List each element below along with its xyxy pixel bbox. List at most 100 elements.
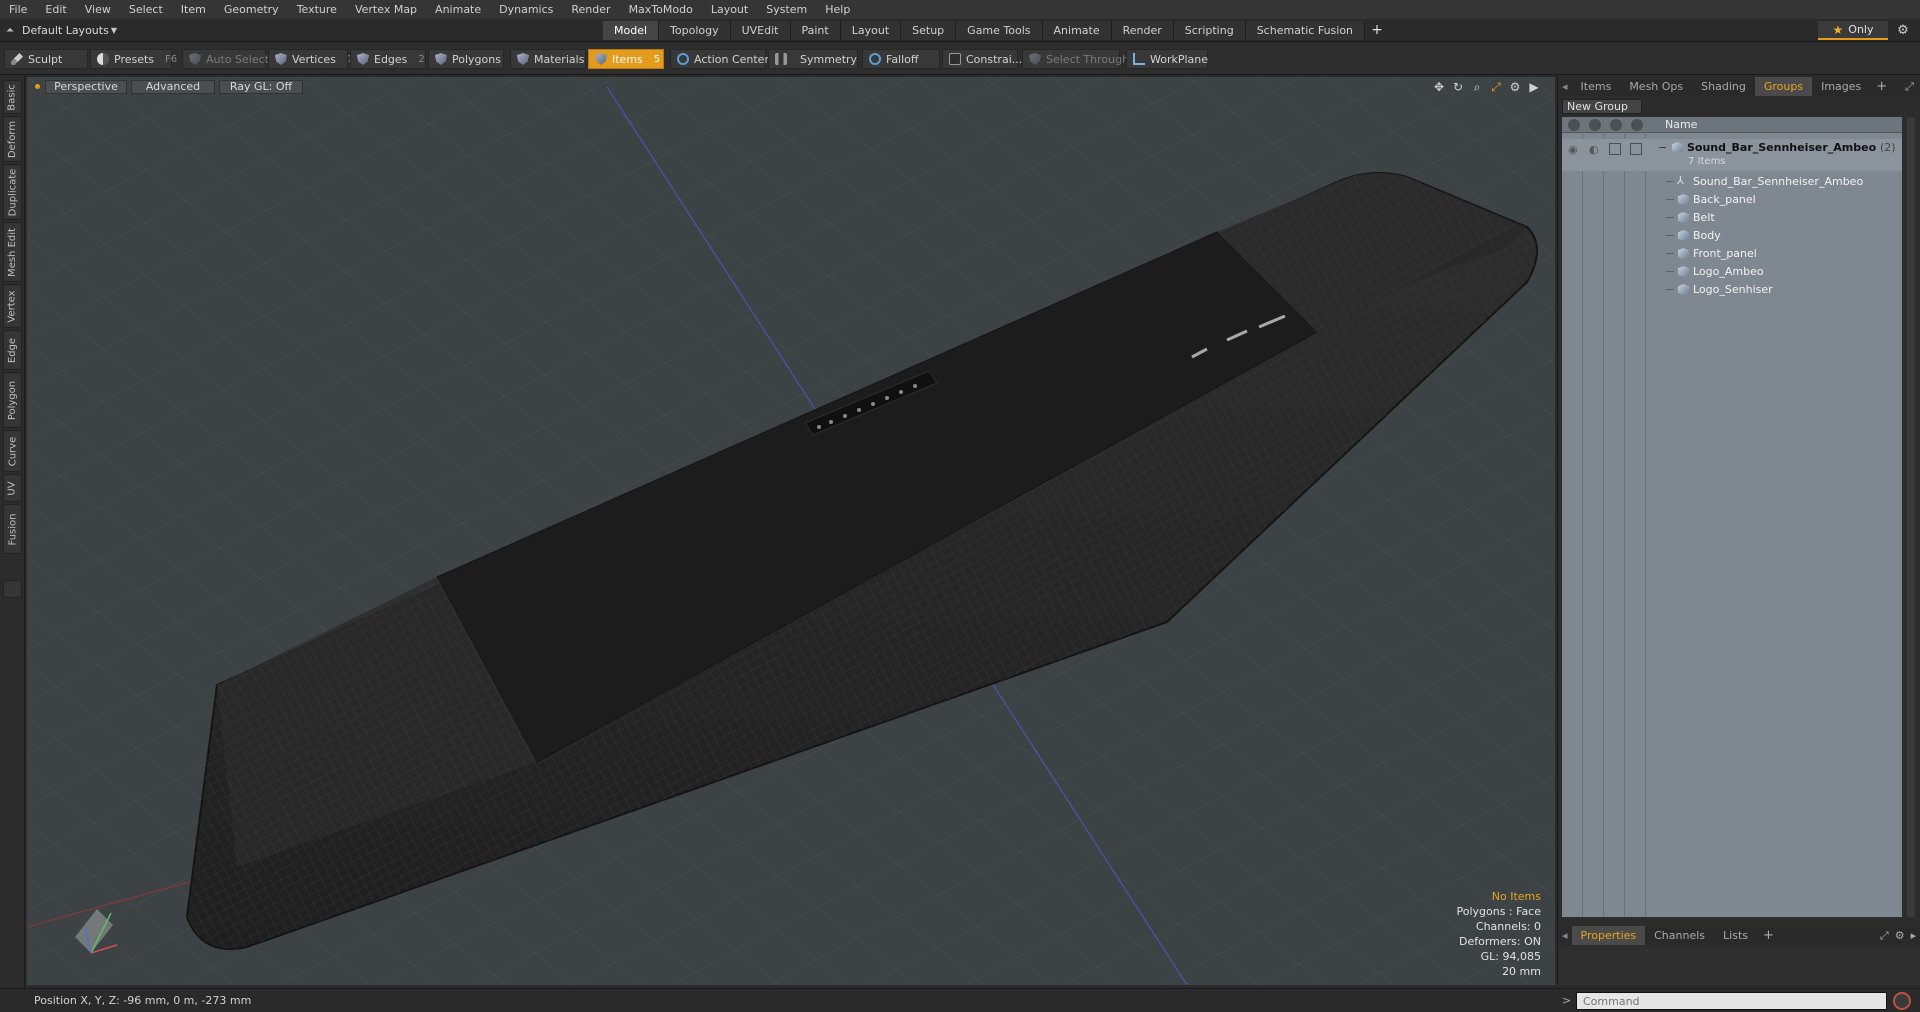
layout-selector[interactable]: ⏶ Default Layouts ▼ bbox=[6, 22, 117, 39]
action-center-button[interactable]: Action Center bbox=[670, 49, 769, 69]
list-item[interactable]: ⅄ Sound_Bar_Sennheiser_Ambeo bbox=[1562, 173, 1902, 191]
eye-icon[interactable]: ◉ bbox=[1568, 143, 1578, 156]
raygl-button[interactable]: Ray GL: Off bbox=[219, 80, 303, 94]
menu-vertex-map[interactable]: Vertex Map bbox=[346, 0, 426, 19]
tab-paint[interactable]: Paint bbox=[790, 21, 841, 40]
maximize-icon[interactable]: ⤢ bbox=[1489, 80, 1503, 94]
properties-menu-icon[interactable]: ▸ bbox=[1911, 929, 1917, 942]
tab-setup[interactable]: Setup bbox=[901, 21, 957, 40]
menu-maxtomodo[interactable]: MaxToModo bbox=[620, 0, 702, 19]
tab-scripting[interactable]: Scripting bbox=[1173, 21, 1246, 40]
menu-geometry[interactable]: Geometry bbox=[215, 0, 288, 19]
tab-mesh-ops[interactable]: Mesh Ops bbox=[1620, 77, 1692, 96]
tab-shading[interactable]: Shading bbox=[1692, 77, 1755, 96]
list-item[interactable]: Body bbox=[1562, 227, 1902, 245]
panel-collapse-icon[interactable]: ◂ bbox=[1558, 80, 1572, 93]
properties-expand-icon[interactable]: ⤢ bbox=[1880, 929, 1889, 943]
add-panel-tab-icon[interactable]: + bbox=[1870, 79, 1893, 94]
workplane-button[interactable]: WorkPlane bbox=[1126, 49, 1208, 69]
items-button[interactable]: Items 5 bbox=[588, 49, 664, 69]
menu-view[interactable]: View bbox=[76, 0, 120, 19]
polygons-button[interactable]: Polygons bbox=[428, 49, 504, 69]
shading-mode-button[interactable]: Advanced bbox=[131, 80, 215, 94]
vertices-button[interactable]: Vertices 1 bbox=[268, 49, 353, 69]
menu-texture[interactable]: Texture bbox=[288, 0, 346, 19]
materials-button[interactable]: Materials bbox=[510, 49, 586, 69]
visibility-column-icon[interactable] bbox=[1568, 119, 1580, 131]
gear-icon[interactable]: ⚙ bbox=[1893, 21, 1913, 40]
properties-collapse-icon[interactable]: ◂ bbox=[1558, 929, 1572, 942]
3d-viewport[interactable]: Perspective Advanced Ray GL: Off ✥ ↻ ⌕ ⤢… bbox=[27, 77, 1555, 985]
tab-items[interactable]: Items bbox=[1572, 77, 1621, 96]
falloff-button[interactable]: Falloff bbox=[862, 49, 940, 69]
symmetry-button[interactable]: Symmetry bbox=[768, 49, 858, 69]
expand-panel-icon[interactable]: ⤢ bbox=[1905, 80, 1914, 94]
tab-render[interactable]: Render bbox=[1111, 21, 1174, 40]
tab-animate[interactable]: Animate bbox=[1042, 21, 1112, 40]
render-column-icon[interactable] bbox=[1589, 119, 1601, 131]
presets-button[interactable]: Presets F6 bbox=[90, 49, 177, 69]
tab-game-tools[interactable]: Game Tools bbox=[956, 21, 1043, 40]
properties-gear-icon[interactable]: ⚙ bbox=[1895, 929, 1905, 942]
rotate-icon[interactable]: ↻ bbox=[1451, 80, 1465, 94]
command-record-icon[interactable] bbox=[1893, 992, 1911, 1010]
menu-help[interactable]: Help bbox=[816, 0, 859, 19]
lock-column-icon[interactable] bbox=[1610, 119, 1622, 131]
menu-render[interactable]: Render bbox=[562, 0, 619, 19]
render-toggle-icon[interactable]: ◐ bbox=[1589, 143, 1599, 156]
tab-layout[interactable]: Layout bbox=[840, 21, 902, 40]
vtab-deform[interactable]: Deform bbox=[3, 116, 22, 162]
list-item[interactable]: Belt bbox=[1562, 209, 1902, 227]
vtab-duplicate[interactable]: Duplicate bbox=[3, 164, 22, 220]
group-row-sound-bar[interactable]: ◉ ◐ − Sound_Bar_Sennheiser_Ambeo (2) 7 I… bbox=[1562, 139, 1902, 171]
menu-animate[interactable]: Animate bbox=[426, 0, 490, 19]
groups-scrollbar[interactable] bbox=[1907, 117, 1915, 917]
viewport-gear-icon[interactable]: ⚙ bbox=[1508, 80, 1522, 94]
select-column-icon[interactable] bbox=[1631, 119, 1643, 131]
menu-select[interactable]: Select bbox=[120, 0, 172, 19]
menu-item[interactable]: Item bbox=[172, 0, 215, 19]
viewport-scene[interactable] bbox=[27, 77, 1555, 985]
layout-collapse-icon[interactable]: ⏶ bbox=[6, 25, 14, 36]
list-item[interactable]: Back_panel bbox=[1562, 191, 1902, 209]
tab-uvedit[interactable]: UVEdit bbox=[730, 21, 791, 40]
tab-properties[interactable]: Properties bbox=[1571, 926, 1646, 945]
list-item[interactable]: Logo_Senhiser bbox=[1562, 281, 1902, 299]
menu-layout[interactable]: Layout bbox=[702, 0, 757, 19]
sculpt-button[interactable]: Sculpt bbox=[4, 49, 88, 69]
view-mode-button[interactable]: Perspective bbox=[45, 80, 127, 94]
tab-schematic-fusion[interactable]: Schematic Fusion bbox=[1245, 21, 1366, 40]
list-item[interactable]: Front_panel bbox=[1562, 245, 1902, 263]
tab-channels[interactable]: Channels bbox=[1645, 926, 1714, 945]
vtab-uv[interactable]: UV bbox=[3, 474, 22, 502]
command-input[interactable] bbox=[1576, 992, 1887, 1010]
tab-lists[interactable]: Lists bbox=[1714, 926, 1757, 945]
menu-edit[interactable]: Edit bbox=[36, 0, 75, 19]
add-tab-icon[interactable]: + bbox=[1365, 21, 1389, 40]
add-properties-tab-icon[interactable]: + bbox=[1757, 928, 1780, 943]
vtab-edge[interactable]: Edge bbox=[3, 330, 22, 370]
vtab-polygon[interactable]: Polygon bbox=[3, 372, 22, 428]
select-through-button[interactable]: Select Through bbox=[1022, 49, 1129, 69]
only-toggle[interactable]: ★ Only bbox=[1818, 21, 1888, 40]
menu-dynamics[interactable]: Dynamics bbox=[490, 0, 562, 19]
collapse-arrow-icon[interactable]: − bbox=[1658, 141, 1667, 154]
vtab-fusion[interactable]: Fusion bbox=[3, 504, 22, 554]
play-arrow-icon[interactable]: ▶ bbox=[1527, 80, 1541, 94]
tab-topology[interactable]: Topology bbox=[659, 21, 731, 40]
select-checkbox[interactable] bbox=[1630, 143, 1642, 155]
auto-select-button[interactable]: Auto Select bbox=[182, 49, 269, 69]
vtab-basic[interactable]: Basic bbox=[3, 80, 22, 114]
vtab-curve[interactable]: Curve bbox=[3, 430, 22, 472]
menu-system[interactable]: System bbox=[757, 0, 816, 19]
panel-toggle-icon[interactable] bbox=[3, 580, 22, 598]
menu-file[interactable]: File bbox=[0, 0, 36, 19]
pan-icon[interactable]: ✥ bbox=[1432, 80, 1446, 94]
constraints-button[interactable]: Constrai... bbox=[942, 49, 1022, 69]
zoom-icon[interactable]: ⌕ bbox=[1470, 80, 1484, 94]
new-group-button[interactable]: New Group bbox=[1562, 99, 1642, 114]
tab-images[interactable]: Images bbox=[1812, 77, 1870, 96]
vtab-vertex[interactable]: Vertex bbox=[3, 284, 22, 328]
vtab-mesh-edit[interactable]: Mesh Edit bbox=[3, 222, 22, 282]
edges-button[interactable]: Edges 2 bbox=[350, 49, 426, 69]
